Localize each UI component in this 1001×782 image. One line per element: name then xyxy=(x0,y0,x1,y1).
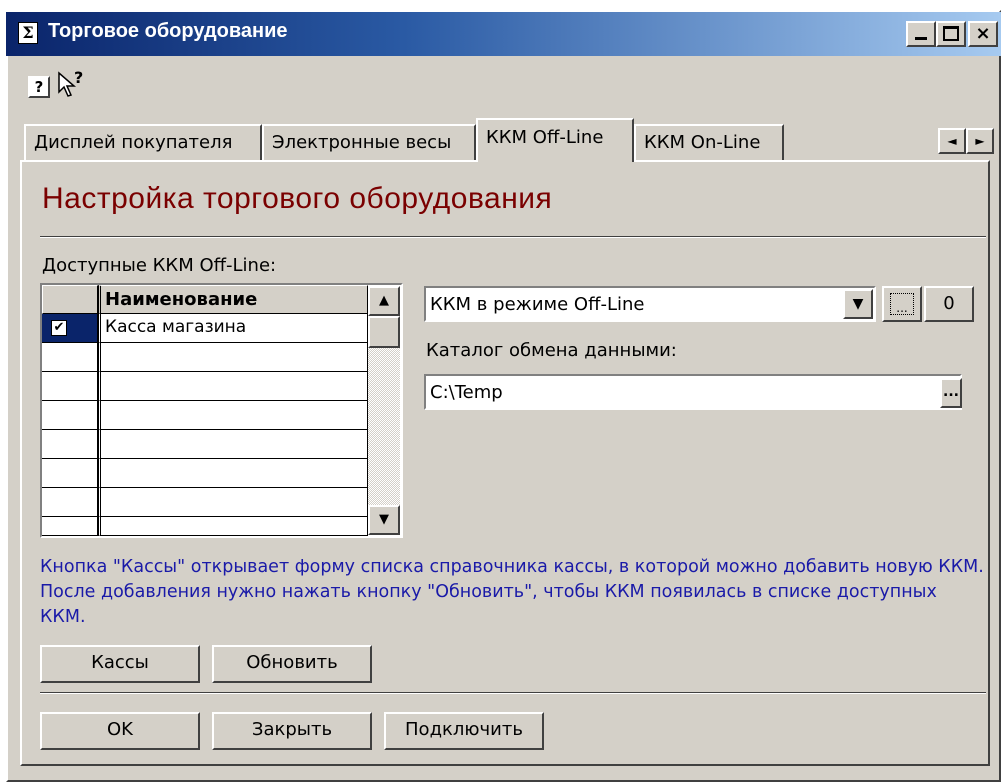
kkm-mode-select[interactable]: ККМ в режиме Off-Line ▼ xyxy=(424,286,876,322)
table-row-name[interactable] xyxy=(98,372,368,401)
grid-scrollbar[interactable]: ▲ ▼ xyxy=(368,286,400,535)
close-dialog-button[interactable]: Закрыть xyxy=(212,712,372,750)
tab-kkm-offline[interactable]: ККМ Off-Line xyxy=(476,118,634,162)
kkm-grid[interactable]: Наименование ✔ Касса магазина xyxy=(40,283,403,538)
table-row-check[interactable] xyxy=(42,459,98,488)
scroll-up-button[interactable]: ▲ xyxy=(368,286,400,316)
info-text: Кнопка "Кассы" открывает форму списка сп… xyxy=(40,557,984,627)
exchange-dir-label: Каталог обмена данными: xyxy=(426,340,677,361)
close-icon: × xyxy=(975,23,991,44)
page-title: Настройка торгового оборудования xyxy=(42,182,553,215)
tab-scroll-left-button[interactable]: ◄ xyxy=(938,128,966,154)
title-bar[interactable]: Σ Торговое оборудование × xyxy=(6,12,1001,56)
divider xyxy=(40,236,986,238)
table-row-check[interactable] xyxy=(42,488,98,517)
tab-scroll-right-button[interactable]: ► xyxy=(966,128,994,154)
kkm-mode-select-value: ККМ в режиме Off-Line xyxy=(430,294,645,315)
zero-button[interactable]: 0 xyxy=(924,286,974,322)
table-row-name[interactable] xyxy=(98,517,368,536)
table-row-name[interactable] xyxy=(98,488,368,517)
dots-button[interactable]: ... xyxy=(882,286,922,322)
connect-button[interactable]: Подключить xyxy=(384,712,544,750)
table-row-name[interactable] xyxy=(98,343,368,372)
available-kkm-label: Доступные ККМ Off-Line: xyxy=(42,255,277,276)
grid-header-name[interactable]: Наименование xyxy=(98,285,368,314)
grid-header-check xyxy=(42,285,98,314)
table-row-check[interactable] xyxy=(42,401,98,430)
minimize-button[interactable] xyxy=(906,21,936,47)
exchange-dir-value: C:\Temp xyxy=(430,382,503,403)
maximize-button[interactable] xyxy=(936,21,966,47)
table-row-check[interactable]: ✔ xyxy=(42,314,98,343)
help-icon[interactable]: ? xyxy=(28,76,50,98)
chevron-down-icon[interactable]: ▼ xyxy=(843,289,873,319)
scroll-thumb[interactable] xyxy=(368,316,400,348)
cash-registers-button[interactable]: Кассы xyxy=(40,645,200,683)
scroll-down-button[interactable]: ▼ xyxy=(368,505,400,535)
table-row-name[interactable] xyxy=(98,430,368,459)
footer-divider xyxy=(40,692,986,694)
checkbox-checked-icon[interactable]: ✔ xyxy=(51,320,67,336)
tab-customer-display[interactable]: Дисплей покупателя xyxy=(24,124,262,160)
table-row-check[interactable] xyxy=(42,430,98,459)
close-button[interactable]: × xyxy=(968,21,998,47)
window-title: Торговое оборудование xyxy=(48,20,288,42)
tab-kkm-online[interactable]: ККМ On-Line xyxy=(634,124,784,160)
table-row-name[interactable] xyxy=(98,459,368,488)
table-row-name[interactable]: Касса магазина xyxy=(98,314,368,343)
table-row-check[interactable] xyxy=(42,517,98,536)
context-help-icon[interactable]: ? xyxy=(56,68,86,100)
refresh-button[interactable]: Обновить xyxy=(212,645,372,683)
browse-button[interactable]: ... xyxy=(940,378,962,408)
table-row-name[interactable] xyxy=(98,401,368,430)
sum-icon: Σ xyxy=(18,22,38,44)
ok-button[interactable]: OK xyxy=(40,712,200,750)
tab-electronic-scales[interactable]: Электронные весы xyxy=(262,124,476,160)
table-row-check[interactable] xyxy=(42,372,98,401)
exchange-dir-input[interactable]: C:\Temp xyxy=(424,374,962,410)
table-row-check[interactable] xyxy=(42,343,98,372)
